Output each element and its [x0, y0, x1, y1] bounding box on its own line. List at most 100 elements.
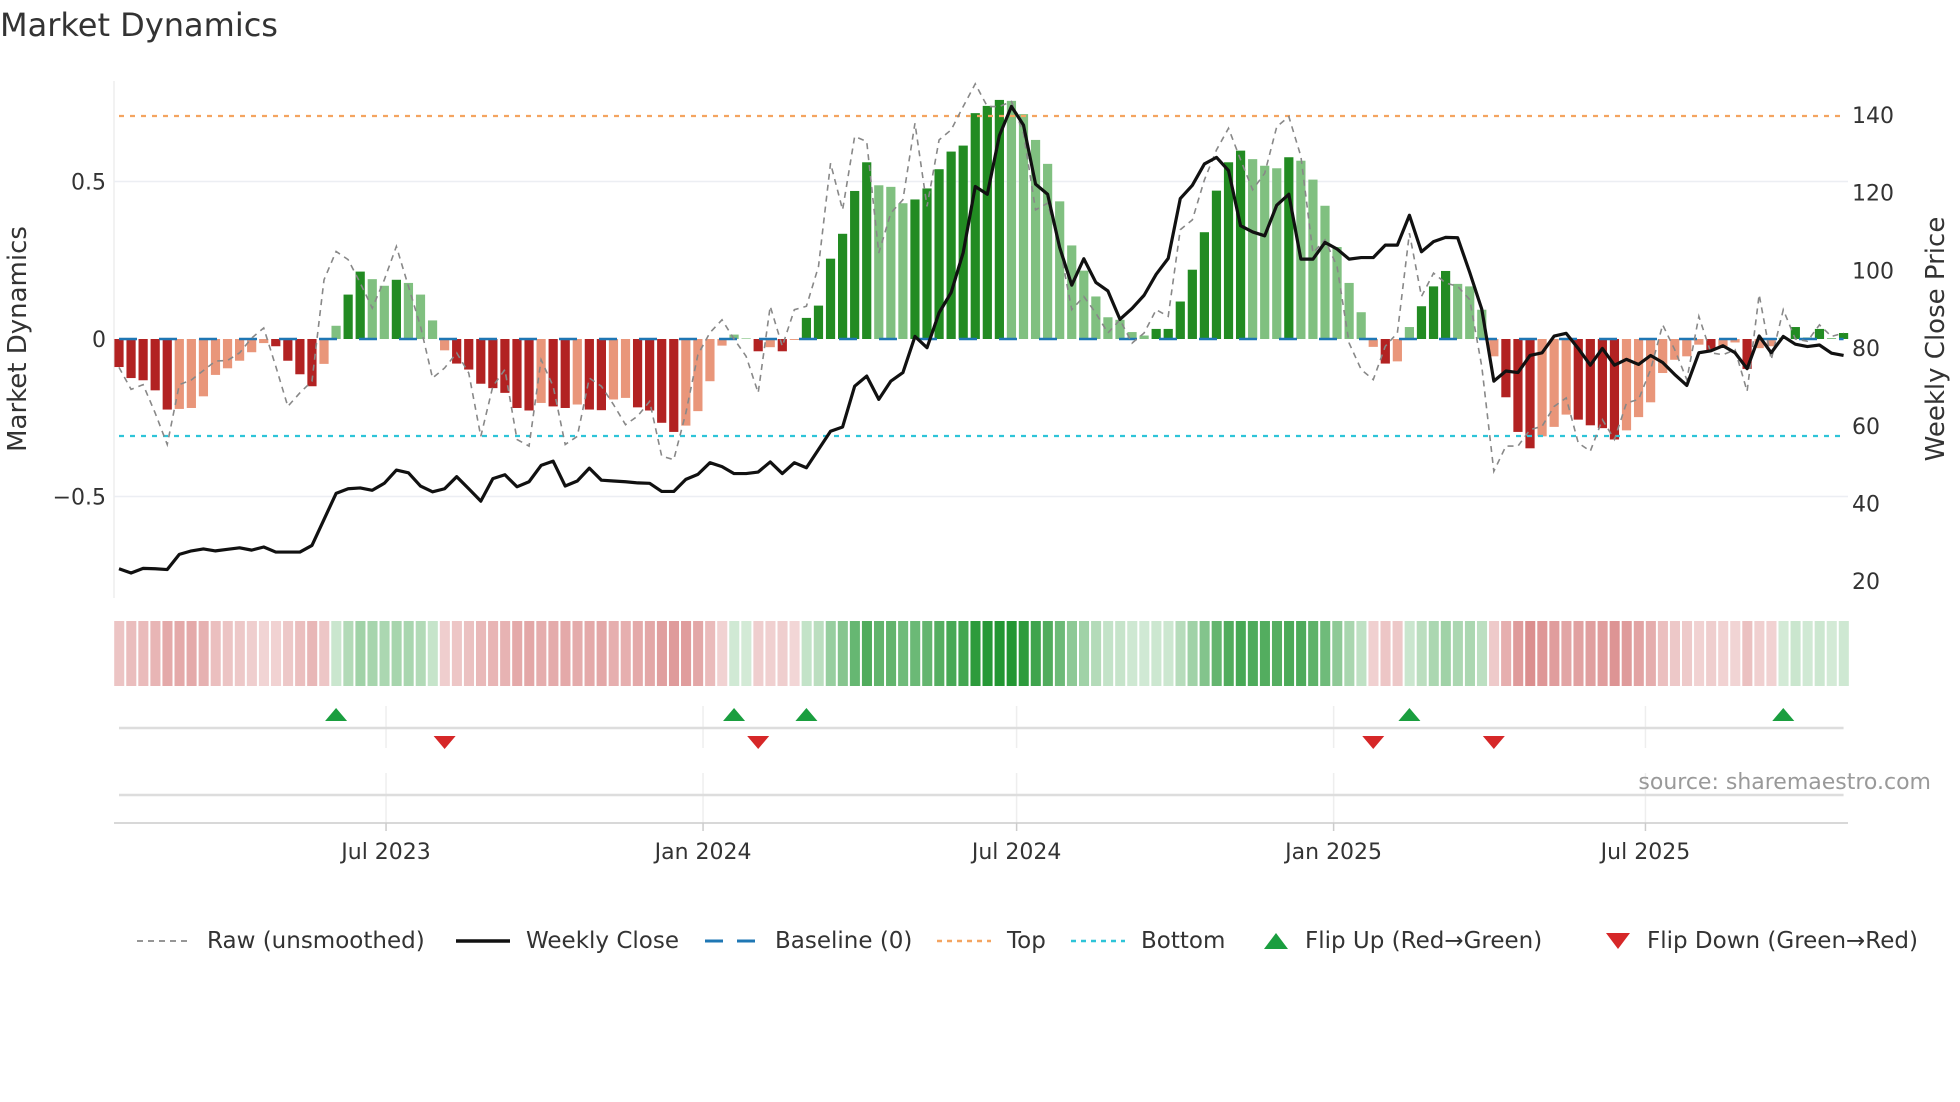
- heat-cell: [1694, 621, 1705, 686]
- y2-axis-label: Weekly Close Price: [1921, 217, 1951, 462]
- x-tick-label: Jul 2025: [1599, 840, 1691, 865]
- heat-cell: [1308, 621, 1319, 686]
- bar: [440, 339, 450, 351]
- heat-cell: [295, 621, 306, 686]
- heat-cell: [560, 621, 571, 686]
- heat-cell: [1091, 621, 1102, 686]
- heat-cell: [355, 621, 366, 686]
- heat-cell: [777, 621, 788, 686]
- bar: [1826, 338, 1837, 339]
- legend-flip-down-icon: [1606, 933, 1630, 949]
- heat-cell: [608, 621, 619, 686]
- heat-cell: [1826, 621, 1837, 686]
- heat-cell: [741, 621, 752, 686]
- heat-cell: [1115, 621, 1126, 686]
- heat-cell: [717, 621, 728, 686]
- legend-label: Baseline (0): [775, 928, 913, 954]
- heat-cell: [463, 621, 474, 686]
- y2-tick-label: 20: [1852, 570, 1880, 595]
- legend-label: Top: [1007, 928, 1046, 954]
- bar: [705, 339, 715, 382]
- heat-cell: [198, 621, 209, 686]
- heat-cell: [1814, 621, 1825, 686]
- heat-cell: [958, 621, 969, 686]
- bar: [150, 339, 160, 391]
- heat-cell: [222, 621, 233, 686]
- legend-item-bottom: Bottom: [1069, 926, 1225, 956]
- heat-cell: [1657, 621, 1668, 686]
- flip-down-marker: [1482, 736, 1505, 749]
- bar: [331, 325, 341, 339]
- bar: [1151, 328, 1161, 339]
- bar: [1284, 157, 1294, 339]
- bar: [512, 339, 522, 408]
- bar: [1814, 328, 1825, 339]
- heat-cell: [500, 621, 511, 686]
- heat-cell: [524, 621, 535, 686]
- heat-cell: [1368, 621, 1379, 686]
- heat-cell: [1633, 621, 1644, 686]
- legend-swatch-icon: [137, 940, 191, 942]
- bar: [1609, 339, 1620, 440]
- heat-cell: [1187, 621, 1198, 686]
- heat-cell: [126, 621, 137, 686]
- heat-cell: [1151, 621, 1162, 686]
- heat-cell: [1127, 621, 1138, 686]
- bar: [801, 317, 812, 339]
- bar: [1392, 339, 1402, 362]
- heat-cell: [1006, 621, 1017, 686]
- source-label: source: sharemaestro.com: [1638, 770, 1931, 795]
- bar: [319, 339, 329, 364]
- bar: [1356, 312, 1366, 339]
- heat-cell: [656, 621, 667, 686]
- bar: [1404, 327, 1415, 339]
- bar: [874, 185, 884, 339]
- bar: [1633, 339, 1644, 418]
- bar: [452, 339, 462, 364]
- bar: [247, 339, 257, 353]
- bar: [1513, 339, 1523, 432]
- heat-cell: [1790, 621, 1801, 686]
- heat-cell: [1404, 621, 1415, 686]
- heat-cell: [910, 621, 921, 686]
- heat-cell: [1730, 621, 1741, 686]
- heat-cell: [1778, 621, 1789, 686]
- bar: [1416, 306, 1427, 339]
- heat-cell: [813, 621, 824, 686]
- heat-cell: [186, 621, 197, 686]
- legend-item-top: Top: [935, 926, 1046, 956]
- bar: [114, 339, 124, 368]
- flip-down-marker: [1362, 736, 1385, 749]
- heat-cell: [1163, 621, 1174, 686]
- heat-cell: [1332, 621, 1343, 686]
- heat-cell: [210, 621, 221, 686]
- heat-cell: [150, 621, 161, 686]
- y-axis-label: Market Dynamics: [3, 226, 33, 452]
- bar: [500, 339, 510, 393]
- bar: [222, 339, 233, 369]
- heat-cell: [1464, 621, 1475, 686]
- bar: [174, 339, 184, 409]
- heat-cell: [1621, 621, 1632, 686]
- bar: [572, 339, 582, 405]
- bar: [862, 162, 872, 339]
- heat-cell: [1030, 621, 1041, 686]
- legend-item-raw: Raw (unsmoothed): [135, 926, 425, 956]
- bars-group: [114, 99, 1849, 449]
- bar: [343, 294, 353, 339]
- bar: [1260, 165, 1270, 339]
- heat-cell: [705, 621, 716, 686]
- bar: [464, 339, 474, 370]
- legend-item-flip_up: Flip Up (Red→Green): [1261, 926, 1542, 956]
- y-tick-label: −0.5: [53, 486, 106, 511]
- heat-cell: [729, 621, 740, 686]
- y-tick-label: 0.5: [71, 171, 106, 196]
- legend-label: Raw (unsmoothed): [207, 928, 425, 954]
- heat-cell: [367, 621, 378, 686]
- heat-cell: [1320, 621, 1331, 686]
- heat-cell: [114, 621, 125, 686]
- bar: [1621, 339, 1632, 431]
- bar: [427, 320, 438, 339]
- heat-cell: [1392, 621, 1403, 686]
- heat-cell: [1211, 621, 1222, 686]
